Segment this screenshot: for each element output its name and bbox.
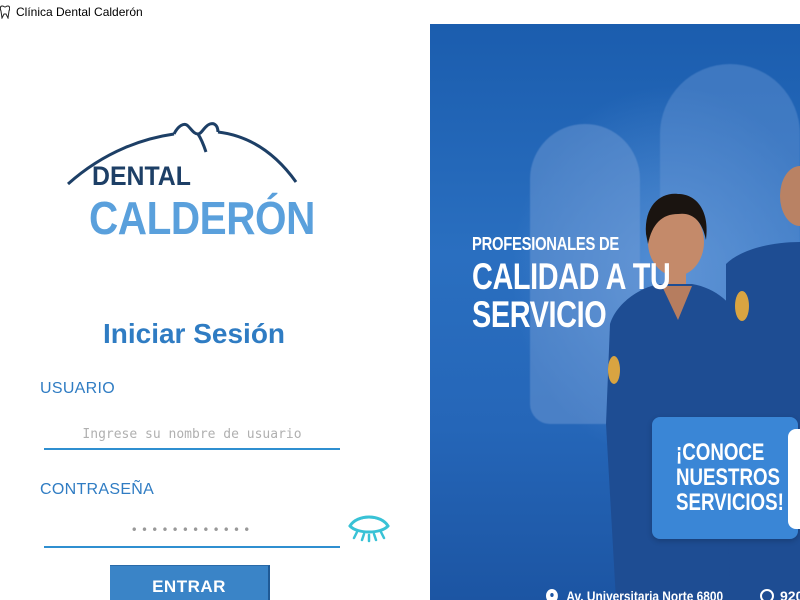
login-button[interactable]: ENTRAR (110, 565, 270, 600)
phone-line: 920 (760, 588, 800, 600)
promo-banner: PROFESIONALES DE CALIDAD A TU SERVICIO ¡… (430, 24, 800, 600)
password-input[interactable] (44, 514, 340, 548)
location-pin-icon (546, 589, 558, 600)
title-bar: Clínica Dental Calderón (0, 0, 800, 24)
logo-text-dental: DENTAL (92, 161, 191, 191)
password-label: CONTRASEÑA (40, 481, 155, 498)
promo-headline-line1: CALIDAD A TU (472, 256, 671, 297)
cta-side-panel (788, 429, 800, 529)
login-panel: DENTAL CALDERÓN Iniciar Sesión USUARIO C… (0, 24, 430, 600)
username-label: USUARIO (40, 380, 115, 397)
promo-headline-line2: SERVICIO (472, 294, 607, 335)
promo-headline: CALIDAD A TU SERVICIO (472, 258, 706, 334)
promo-headline-small: PROFESIONALES DE (472, 234, 619, 254)
address-text: Av. Universitaria Norte 6800 (566, 588, 724, 600)
eye-icon[interactable] (347, 508, 391, 544)
window-title: Clínica Dental Calderón (16, 5, 143, 19)
clinic-logo: DENTAL CALDERÓN (66, 120, 315, 248)
username-input[interactable] (44, 420, 340, 450)
phone-text: 920 (780, 588, 800, 600)
phone-icon (760, 589, 774, 600)
address-line: Av. Universitaria Norte 6800 (546, 588, 723, 600)
services-cta-text[interactable]: ¡CONOCE NUESTROS SERVICIOS! (676, 440, 784, 515)
login-title: Iniciar Sesión (102, 318, 286, 349)
logo-text-calderon: CALDERÓN (89, 192, 315, 244)
app-window: Clínica Dental Calderón DENTAL CALDERÓN … (0, 0, 800, 600)
tooth-icon (0, 5, 11, 20)
